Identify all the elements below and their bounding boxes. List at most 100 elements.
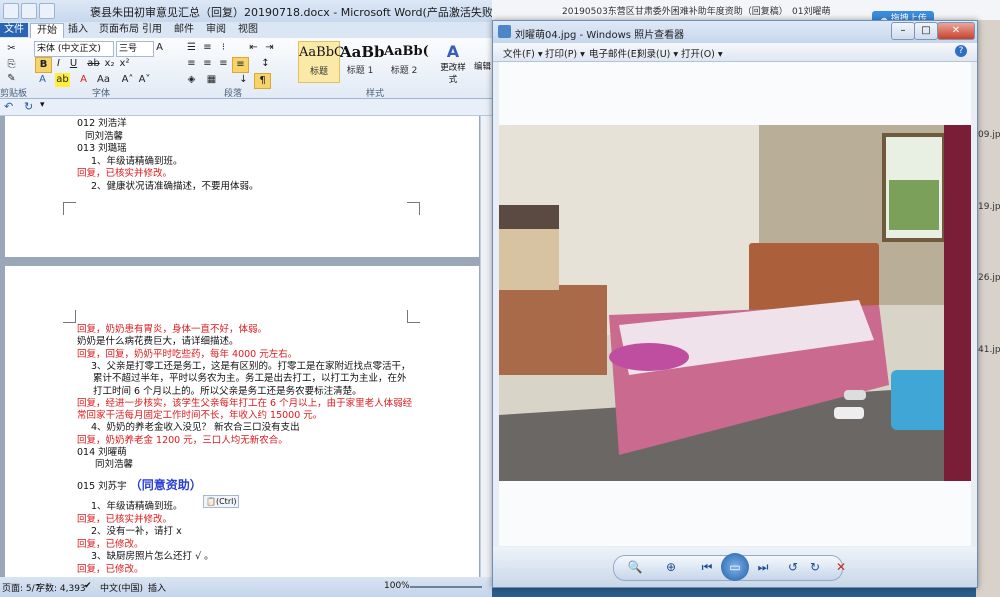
format-painter-icon[interactable]: ✎ <box>4 72 19 86</box>
room-photo[interactable] <box>499 125 971 481</box>
copy-icon[interactable]: ⎘ <box>4 58 19 72</box>
font-color-icon[interactable]: A <box>76 73 91 87</box>
show-marks-icon[interactable]: ¶ <box>254 73 271 89</box>
zoom-icon[interactable]: 🔍 <box>625 558 645 576</box>
rotate-right-icon[interactable]: ↻ <box>805 558 825 576</box>
close-button[interactable]: ✕ <box>937 22 975 40</box>
tab-review[interactable]: 审阅 <box>200 23 232 37</box>
tab-references[interactable]: 引用 <box>136 23 168 37</box>
rotate-left-icon[interactable]: ↺ <box>783 558 803 576</box>
approval-mark: （同意资助） <box>129 478 202 492</box>
photo-pillow <box>609 343 689 371</box>
shading-icon[interactable]: ◈ <box>184 73 199 87</box>
page-1[interactable]: 012 刘浩洋 同刘浩馨 013 刘璐瑶 1、年级请精确到班。 回复，已核实并修改。 2、… <box>5 116 479 257</box>
word-app-icon[interactable] <box>3 3 19 19</box>
customize-qat-icon[interactable]: ▾ <box>40 100 45 110</box>
menu-burn[interactable]: 刻录(U) ▾ <box>637 46 678 60</box>
style-title[interactable]: AaBbC 标题 <box>298 41 344 83</box>
photo-viewer-window: 刘曜萌04.jpg - Windows 照片查看器 – □ ✕ 文件(F) ▾ … <box>492 20 978 588</box>
redo-icon[interactable]: ↻ <box>24 100 33 113</box>
cut-icon[interactable]: ✂ <box>4 42 19 56</box>
tab-insert[interactable]: 插入 <box>62 23 94 37</box>
actual-size-icon[interactable]: ⊕ <box>661 558 681 576</box>
style-title-sample: AaBbC <box>299 45 344 60</box>
tab-home[interactable]: 开始 <box>30 23 64 38</box>
previous-icon[interactable]: ⏮ <box>697 558 717 576</box>
grow-font-icon[interactable]: A <box>152 41 167 55</box>
status-insert-mode[interactable]: 插入 <box>148 581 166 594</box>
menu-email[interactable]: 电子邮件(E) <box>589 46 640 60</box>
style-heading-1[interactable]: AaBb 标题 1 <box>340 41 385 81</box>
align-right-icon[interactable]: ≡ <box>216 57 231 71</box>
bullets-icon[interactable]: ☰ <box>184 41 199 55</box>
highlight-icon[interactable]: ab <box>55 73 70 87</box>
viewer-menu-bar: 文件(F) ▾ 打印(P) ▾ 电子邮件(E) 刻录(U) ▾ 打开(O) ▾ … <box>493 43 977 62</box>
tab-mailings[interactable]: 邮件 <box>168 23 200 37</box>
status-page[interactable]: 页面: 5/7 <box>2 581 40 594</box>
doc-line: 1、年级请精确到班。 <box>91 501 183 512</box>
doc-line: 常回家干活每月固定工作时间不长，年收入约 15000 元。 <box>77 410 323 422</box>
status-word-count[interactable]: 字数: 4,393 <box>36 581 86 594</box>
paste-options-button[interactable]: 📋(Ctrl) <box>203 495 240 508</box>
help-icon[interactable]: ? <box>955 45 967 57</box>
bold-button[interactable]: B <box>35 57 52 73</box>
style-heading-2[interactable]: AaBb( 标题 2 <box>384 41 429 81</box>
editing-button[interactable]: 编辑 <box>474 60 491 72</box>
student-015-line: 015 刘苏宇 （同意资助） <box>77 479 202 493</box>
ribbon-tabs: 文件 开始 插入 页面布局 引用 邮件 审阅 视图 <box>0 22 492 38</box>
superscript-button[interactable]: x² <box>117 57 132 71</box>
photo-shoe <box>844 390 866 400</box>
menu-open[interactable]: 打开(O) ▾ <box>681 46 723 60</box>
subscript-button[interactable]: x₂ <box>102 57 117 71</box>
align-center-icon[interactable]: ≡ <box>200 57 215 71</box>
page-2[interactable]: 回复，奶奶患有胃炎，身体一直不好，体弱。 奶奶是什么病花费巨大，请详细描述。 回复，… <box>5 266 479 577</box>
status-language[interactable]: 中文(中国) <box>100 581 143 594</box>
tab-view[interactable]: 视图 <box>232 23 264 37</box>
slideshow-icon[interactable]: ▭ <box>721 553 749 581</box>
tab-file[interactable]: 文件 <box>0 23 28 37</box>
change-case-icon[interactable]: Aa <box>96 73 111 87</box>
font-name-combo[interactable]: 宋体 (中文正文) <box>34 41 114 57</box>
maximize-button[interactable]: □ <box>914 22 938 40</box>
thumb-label[interactable]: 09.jpg <box>978 130 1000 140</box>
font-size-combo[interactable]: 三号 <box>116 41 154 57</box>
italic-button[interactable]: I <box>51 57 66 71</box>
quick-access-toolbar: ↶ ↻ ▾ <box>0 99 492 116</box>
justify-icon[interactable]: ≡ <box>232 57 249 73</box>
thumb-label[interactable]: 19.jpg <box>978 202 1000 212</box>
photo-viewer-icon <box>498 25 511 38</box>
doc-line: 回复，奶奶养老金 1200 元，三口人均无新农合。 <box>77 434 288 446</box>
zoom-slider[interactable] <box>410 586 482 588</box>
change-styles-button[interactable]: A 更改样式 <box>438 42 468 85</box>
sort-icon[interactable]: ↓ <box>236 73 251 87</box>
borders-icon[interactable]: ▦ <box>204 73 219 87</box>
spellcheck-icon[interactable]: ✔ <box>84 581 92 591</box>
enlarge-font-icon[interactable]: A˄ <box>120 73 135 87</box>
doc-line: 回复，经进一步核实，该学生父亲每年打工在 6 个月以上，由于家里老人体弱经 <box>77 397 413 409</box>
line-spacing-icon[interactable]: ↕ <box>258 57 273 71</box>
thumb-label[interactable]: 26.jpg <box>978 273 1000 283</box>
next-icon[interactable]: ⏭ <box>753 558 773 576</box>
save-icon[interactable] <box>21 3 37 19</box>
photo-shoe <box>834 407 864 419</box>
minimize-button[interactable]: – <box>891 22 915 40</box>
photo-window-tree <box>889 180 939 230</box>
increase-indent-icon[interactable]: ⇥ <box>262 41 277 55</box>
menu-print[interactable]: 打印(P) ▾ <box>545 46 585 60</box>
change-styles-label: 更改样式 <box>440 63 466 85</box>
undo-icon[interactable] <box>39 3 55 19</box>
vertical-scrollbar[interactable] <box>480 116 492 577</box>
thumb-label[interactable]: 41.jpg <box>978 345 1000 355</box>
menu-file[interactable]: 文件(F) ▾ <box>503 46 543 60</box>
shrink-font-icon[interactable]: A˅ <box>137 73 152 87</box>
status-zoom[interactable]: 100% <box>384 581 410 591</box>
decrease-indent-icon[interactable]: ⇤ <box>246 41 261 55</box>
align-left-icon[interactable]: ≡ <box>184 57 199 71</box>
delete-icon[interactable]: ✕ <box>831 558 851 576</box>
strikethrough-button[interactable]: ab <box>86 57 101 71</box>
underline-button[interactable]: U <box>66 57 81 71</box>
multilevel-list-icon[interactable]: ⁝ <box>216 41 231 55</box>
text-effects-icon[interactable]: A <box>35 73 50 87</box>
numbering-icon[interactable]: ≡ <box>200 41 215 55</box>
undo-icon-qat[interactable]: ↶ <box>4 100 13 113</box>
